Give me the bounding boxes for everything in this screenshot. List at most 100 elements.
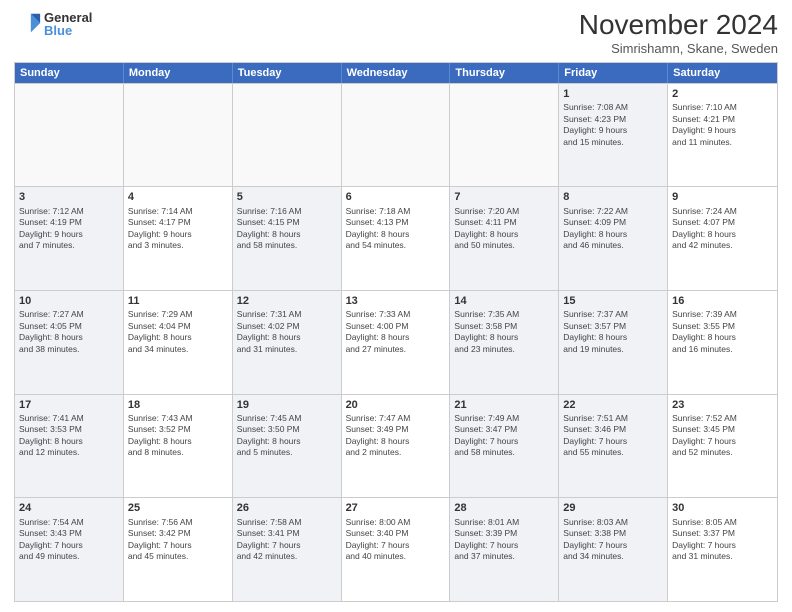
cell-detail: Sunrise: 7:51 AM Sunset: 3:46 PM Dayligh… xyxy=(563,413,663,459)
cell-detail: Sunrise: 7:47 AM Sunset: 3:49 PM Dayligh… xyxy=(346,413,446,459)
day-number: 19 xyxy=(237,398,337,412)
cal-cell xyxy=(450,84,559,187)
cal-cell: 8 Sunrise: 7:22 AM Sunset: 4:09 PM Daylig… xyxy=(559,187,668,290)
cell-detail: Sunrise: 7:12 AM Sunset: 4:19 PM Dayligh… xyxy=(19,206,119,252)
week-row-1: 1Sunrise: 7:08 AM Sunset: 4:23 PM Daylig… xyxy=(15,83,777,187)
header-day-saturday: Saturday xyxy=(668,63,777,83)
cell-detail: Sunrise: 7:58 AM Sunset: 3:41 PM Dayligh… xyxy=(237,517,337,563)
cal-cell: 14Sunrise: 7:35 AM Sunset: 3:58 PM Dayli… xyxy=(450,291,559,394)
cell-detail: Sunrise: 7:20 AM Sunset: 4:11 PM Dayligh… xyxy=(454,206,554,252)
logo-icon xyxy=(14,10,42,38)
day-number: 2 xyxy=(672,87,773,101)
day-number: 9 xyxy=(672,190,773,204)
cal-cell xyxy=(342,84,451,187)
day-number: 12 xyxy=(237,294,337,308)
cal-cell: 12Sunrise: 7:31 AM Sunset: 4:02 PM Dayli… xyxy=(233,291,342,394)
cal-cell: 24 Sunrise: 7:54 AM Sunset: 3:43 PM Dayli… xyxy=(15,498,124,601)
header-day-sunday: Sunday xyxy=(15,63,124,83)
cell-detail: Sunrise: 7:39 AM Sunset: 3:55 PM Dayligh… xyxy=(672,309,773,355)
cell-detail: Sunrise: 7:10 AM Sunset: 4:21 PM Dayligh… xyxy=(672,102,773,148)
header-day-tuesday: Tuesday xyxy=(233,63,342,83)
day-number: 24 xyxy=(19,501,119,515)
cal-cell: 19Sunrise: 7:45 AM Sunset: 3:50 PM Dayli… xyxy=(233,395,342,498)
day-number: 15 xyxy=(563,294,663,308)
day-number: 8 xyxy=(563,190,663,204)
cell-detail: Sunrise: 7:33 AM Sunset: 4:00 PM Dayligh… xyxy=(346,309,446,355)
cal-cell: 27 Sunrise: 8:00 AM Sunset: 3:40 PM Dayli… xyxy=(342,498,451,601)
header-day-thursday: Thursday xyxy=(450,63,559,83)
cell-detail: Sunrise: 7:22 AM Sunset: 4:09 PM Dayligh… xyxy=(563,206,663,252)
cell-detail: Sunrise: 8:05 AM Sunset: 3:37 PM Dayligh… xyxy=(672,517,773,563)
cal-cell: 28 Sunrise: 8:01 AM Sunset: 3:39 PM Dayli… xyxy=(450,498,559,601)
cell-detail: Sunrise: 7:24 AM Sunset: 4:07 PM Dayligh… xyxy=(672,206,773,252)
cell-detail: Sunrise: 7:45 AM Sunset: 3:50 PM Dayligh… xyxy=(237,413,337,459)
day-number: 7 xyxy=(454,190,554,204)
header-day-wednesday: Wednesday xyxy=(342,63,451,83)
calendar-body: 1Sunrise: 7:08 AM Sunset: 4:23 PM Daylig… xyxy=(15,83,777,601)
cal-cell: 20Sunrise: 7:47 AM Sunset: 3:49 PM Dayli… xyxy=(342,395,451,498)
cell-detail: Sunrise: 7:37 AM Sunset: 3:57 PM Dayligh… xyxy=(563,309,663,355)
cell-detail: Sunrise: 7:52 AM Sunset: 3:45 PM Dayligh… xyxy=(672,413,773,459)
cal-cell: 13Sunrise: 7:33 AM Sunset: 4:00 PM Dayli… xyxy=(342,291,451,394)
page: General Blue November 2024 Simrishamn, S… xyxy=(0,0,792,612)
month-title: November 2024 xyxy=(579,10,778,41)
day-number: 10 xyxy=(19,294,119,308)
day-number: 30 xyxy=(672,501,773,515)
cal-cell: 2Sunrise: 7:10 AM Sunset: 4:21 PM Daylig… xyxy=(668,84,777,187)
day-number: 25 xyxy=(128,501,228,515)
cal-cell xyxy=(124,84,233,187)
calendar-header: SundayMondayTuesdayWednesdayThursdayFrid… xyxy=(15,63,777,83)
cell-detail: Sunrise: 7:16 AM Sunset: 4:15 PM Dayligh… xyxy=(237,206,337,252)
day-number: 28 xyxy=(454,501,554,515)
day-number: 20 xyxy=(346,398,446,412)
day-number: 1 xyxy=(563,87,663,101)
week-row-2: 3 Sunrise: 7:12 AM Sunset: 4:19 PM Daylig… xyxy=(15,186,777,290)
cal-cell: 18Sunrise: 7:43 AM Sunset: 3:52 PM Dayli… xyxy=(124,395,233,498)
cell-detail: Sunrise: 8:00 AM Sunset: 3:40 PM Dayligh… xyxy=(346,517,446,563)
day-number: 5 xyxy=(237,190,337,204)
week-row-4: 17Sunrise: 7:41 AM Sunset: 3:53 PM Dayli… xyxy=(15,394,777,498)
header: General Blue November 2024 Simrishamn, S… xyxy=(14,10,778,56)
cal-cell: 25 Sunrise: 7:56 AM Sunset: 3:42 PM Dayli… xyxy=(124,498,233,601)
calendar: SundayMondayTuesdayWednesdayThursdayFrid… xyxy=(14,62,778,602)
cal-cell: 9 Sunrise: 7:24 AM Sunset: 4:07 PM Daylig… xyxy=(668,187,777,290)
header-day-monday: Monday xyxy=(124,63,233,83)
day-number: 22 xyxy=(563,398,663,412)
cell-detail: Sunrise: 7:54 AM Sunset: 3:43 PM Dayligh… xyxy=(19,517,119,563)
cal-cell: 26Sunrise: 7:58 AM Sunset: 3:41 PM Dayli… xyxy=(233,498,342,601)
day-number: 14 xyxy=(454,294,554,308)
cell-detail: Sunrise: 7:43 AM Sunset: 3:52 PM Dayligh… xyxy=(128,413,228,459)
day-number: 29 xyxy=(563,501,663,515)
cell-detail: Sunrise: 7:56 AM Sunset: 3:42 PM Dayligh… xyxy=(128,517,228,563)
cal-cell: 15Sunrise: 7:37 AM Sunset: 3:57 PM Dayli… xyxy=(559,291,668,394)
day-number: 3 xyxy=(19,190,119,204)
title-block: November 2024 Simrishamn, Skane, Sweden xyxy=(579,10,778,56)
cal-cell: 6Sunrise: 7:18 AM Sunset: 4:13 PM Daylig… xyxy=(342,187,451,290)
cal-cell xyxy=(233,84,342,187)
cell-detail: Sunrise: 7:49 AM Sunset: 3:47 PM Dayligh… xyxy=(454,413,554,459)
week-row-3: 10Sunrise: 7:27 AM Sunset: 4:05 PM Dayli… xyxy=(15,290,777,394)
cell-detail: Sunrise: 7:41 AM Sunset: 3:53 PM Dayligh… xyxy=(19,413,119,459)
day-number: 18 xyxy=(128,398,228,412)
cal-cell: 17Sunrise: 7:41 AM Sunset: 3:53 PM Dayli… xyxy=(15,395,124,498)
cell-detail: Sunrise: 8:03 AM Sunset: 3:38 PM Dayligh… xyxy=(563,517,663,563)
cal-cell xyxy=(15,84,124,187)
day-number: 6 xyxy=(346,190,446,204)
cell-detail: Sunrise: 7:29 AM Sunset: 4:04 PM Dayligh… xyxy=(128,309,228,355)
cal-cell: 22Sunrise: 7:51 AM Sunset: 3:46 PM Dayli… xyxy=(559,395,668,498)
cal-cell: 4Sunrise: 7:14 AM Sunset: 4:17 PM Daylig… xyxy=(124,187,233,290)
cell-detail: Sunrise: 7:14 AM Sunset: 4:17 PM Dayligh… xyxy=(128,206,228,252)
week-row-5: 24 Sunrise: 7:54 AM Sunset: 3:43 PM Dayli… xyxy=(15,497,777,601)
cal-cell: 11Sunrise: 7:29 AM Sunset: 4:04 PM Dayli… xyxy=(124,291,233,394)
cell-detail: Sunrise: 8:01 AM Sunset: 3:39 PM Dayligh… xyxy=(454,517,554,563)
cell-detail: Sunrise: 7:08 AM Sunset: 4:23 PM Dayligh… xyxy=(563,102,663,148)
day-number: 11 xyxy=(128,294,228,308)
cal-cell: 10Sunrise: 7:27 AM Sunset: 4:05 PM Dayli… xyxy=(15,291,124,394)
day-number: 13 xyxy=(346,294,446,308)
day-number: 23 xyxy=(672,398,773,412)
logo-text: General Blue xyxy=(44,10,92,38)
cal-cell: 16Sunrise: 7:39 AM Sunset: 3:55 PM Dayli… xyxy=(668,291,777,394)
logo: General Blue xyxy=(14,10,92,38)
day-number: 27 xyxy=(346,501,446,515)
day-number: 17 xyxy=(19,398,119,412)
